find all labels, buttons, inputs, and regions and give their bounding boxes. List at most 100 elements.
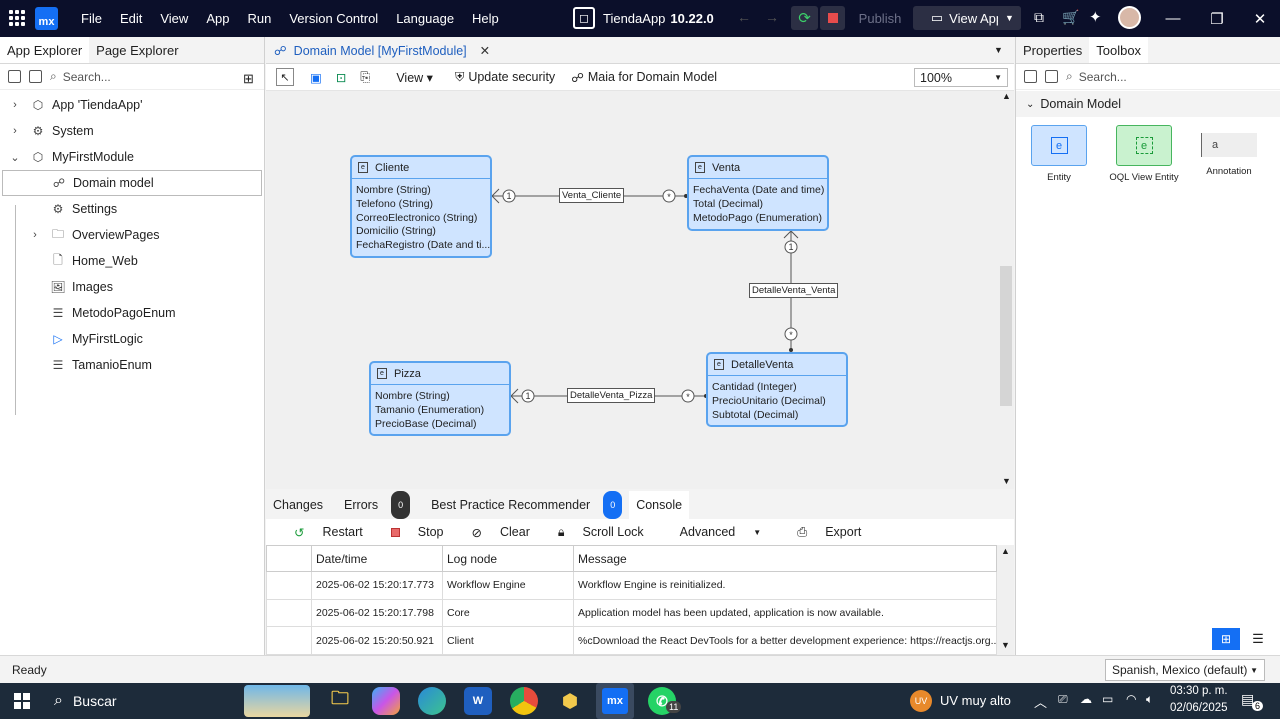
chevron-right-icon[interactable]: › (8, 99, 22, 111)
toolbox-item-entity[interactable]: e Entity (1019, 125, 1099, 183)
tab-domain-model[interactable]: ☍ Domain Model [MyFirstModule] ✕ (274, 37, 490, 64)
attribute[interactable]: MetodoPago (Enumeration) (693, 212, 827, 226)
minimize-button[interactable]: — (1151, 0, 1195, 37)
maia-domain-model-button[interactable]: ☍ Maia for Domain Model (571, 70, 717, 85)
attribute[interactable]: FechaRegistro (Date and ti... (356, 239, 490, 253)
add-document-icon[interactable]: ⊞ (243, 71, 254, 87)
zoom-select[interactable]: 100% ▼ (914, 68, 1008, 87)
collapse-all-icon[interactable] (8, 70, 21, 83)
scroll-down-arrow[interactable]: ▼ (1001, 640, 1010, 650)
clock-time[interactable]: 03:30 p. m. (1170, 685, 1228, 697)
app-grid-icon[interactable] (9, 10, 25, 26)
toolbox-item-oql-view-entity[interactable]: e OQL View Entity (1104, 125, 1184, 183)
explorer-search-input[interactable]: Search... (63, 70, 111, 84)
expand-all-icon[interactable] (1045, 70, 1058, 83)
list-view-toggle[interactable]: ☰ (1244, 628, 1272, 650)
clear-button[interactable]: ⊘ Clear (458, 525, 530, 540)
edge-icon[interactable] (418, 687, 446, 715)
marketplace-icon[interactable]: 🛒 (1062, 9, 1079, 26)
tab-best-practice[interactable]: Best Practice Recommender 0 (417, 491, 629, 519)
tab-console[interactable]: Console (629, 491, 690, 519)
maia-sparkle-icon[interactable]: ✦ (1089, 8, 1102, 26)
scroll-up-arrow[interactable]: ▲ (1002, 91, 1011, 101)
tab-app-explorer[interactable]: App Explorer (0, 37, 90, 63)
chevron-up-icon[interactable]: ︿ (1034, 692, 1047, 711)
battery-icon[interactable]: ▭ (1102, 692, 1113, 706)
clock-date[interactable]: 02/06/2025 (1170, 702, 1228, 714)
grid-view-toggle[interactable]: ⊞ (1212, 628, 1240, 650)
view-app-dropdown[interactable]: ▼ (998, 6, 1021, 30)
stop-run-button[interactable] (820, 6, 845, 30)
feedback-icon[interactable]: ⧉ (1034, 9, 1044, 26)
tab-changes[interactable]: Changes (266, 491, 330, 519)
chevron-right-icon[interactable]: › (28, 229, 42, 241)
entity-venta[interactable]: e Venta FechaVenta (Date and time) Total … (687, 155, 829, 231)
tree-item-app[interactable]: › ⬡ App 'TiendaApp' (0, 92, 264, 118)
tree-item-settings[interactable]: ⚙ Settings (0, 196, 264, 222)
menu-run[interactable]: Run (238, 0, 280, 37)
scroll-lock-button[interactable]: 🔒︎ Scroll Lock (544, 525, 644, 540)
entity-pizza[interactable]: e Pizza Nombre (String) Tamanio (Enumerat… (369, 361, 511, 436)
attribute[interactable]: Domicilio (String) (356, 225, 490, 239)
windows-start-icon[interactable] (14, 693, 30, 709)
tab-toolbox[interactable]: Toolbox (1089, 37, 1149, 63)
mendix-taskbar-icon[interactable]: mx (596, 683, 634, 719)
attribute[interactable]: Telefono (String) (356, 198, 490, 212)
copilot-icon[interactable] (372, 687, 400, 715)
column-date-time[interactable]: Date/time (311, 545, 443, 572)
tray-icon-meet[interactable]: ⎚ (1058, 692, 1068, 707)
close-tab-icon[interactable]: ✕ (480, 43, 490, 58)
tree-item-metodopagoenum[interactable]: ☰ MetodoPagoEnum (0, 300, 264, 326)
tab-properties[interactable]: Properties (1016, 37, 1089, 63)
menu-file[interactable]: File (72, 0, 111, 37)
menu-language[interactable]: Language (387, 0, 463, 37)
table-row[interactable]: 2025-06-02 15:20:17.773 Workflow Engine … (266, 571, 997, 600)
console-vertical-scrollbar[interactable]: ▲ ▼ (997, 545, 1014, 655)
chevron-down-icon[interactable]: ⌄ (8, 151, 22, 164)
volume-icon[interactable]: 🔈︎ (1146, 692, 1153, 707)
tray-icon-cloud-off[interactable]: ☁ (1080, 692, 1092, 706)
attribute[interactable]: Tamanio (Enumeration) (375, 404, 509, 418)
attribute[interactable]: Subtotal (Decimal) (712, 409, 846, 423)
association-detalleventa-pizza[interactable]: DetalleVenta_Pizza (567, 388, 656, 403)
chrome-icon[interactable] (510, 687, 538, 715)
attribute[interactable]: PrecioUnitario (Decimal) (712, 395, 846, 409)
menu-app[interactable]: App (197, 0, 238, 37)
tree-item-myfirstlogic[interactable]: ▷ MyFirstLogic (0, 326, 264, 352)
forward-arrow-icon[interactable]: → (765, 9, 779, 25)
add-annotation-icon[interactable]: ⎘ (360, 70, 370, 85)
user-avatar[interactable] (1118, 6, 1141, 29)
association-detalleventa-venta[interactable]: DetalleVenta_Venta (749, 283, 839, 298)
file-manager-icon[interactable]: ⬢ (556, 687, 584, 715)
attribute[interactable]: Total (Decimal) (693, 198, 827, 212)
menu-help[interactable]: Help (463, 0, 508, 37)
entity-detalleventa[interactable]: e DetalleVenta Cantidad (Integer) PrecioU… (706, 352, 848, 427)
tab-overflow-dropdown[interactable]: ▼ (994, 45, 1003, 55)
attribute[interactable]: Cantidad (Integer) (712, 381, 846, 395)
advanced-dropdown[interactable]: Advanced ▼ (666, 525, 762, 539)
file-explorer-icon[interactable]: 🗀 (326, 687, 354, 715)
back-arrow-icon[interactable]: ← (737, 9, 751, 25)
wifi-icon[interactable]: ◠ (1126, 692, 1136, 706)
expand-all-icon[interactable] (29, 70, 42, 83)
tab-errors[interactable]: Errors 0 (330, 491, 417, 519)
domain-model-canvas[interactable]: 1 * 1 * 1 * e Cliente Nombre (String) Tel… (266, 91, 998, 489)
scroll-up-arrow[interactable]: ▲ (1001, 546, 1010, 556)
restart-button[interactable]: ↺ Restart (280, 525, 363, 540)
canvas-vertical-scrollbar[interactable]: ▲ ▼ (998, 91, 1014, 489)
tree-item-overviewpages[interactable]: › 🗀 OverviewPages (0, 222, 264, 248)
tree-item-domain-model[interactable]: ☍ Domain model (2, 170, 262, 196)
tree-item-tamanioenum[interactable]: ☰ TamanioEnum (0, 352, 264, 378)
attribute[interactable]: Nombre (String) (356, 184, 490, 198)
scroll-thumb[interactable] (1000, 266, 1012, 406)
export-button[interactable]: ⎙ Export (783, 525, 861, 540)
view-dropdown[interactable]: View ▾ (396, 70, 433, 85)
menu-view[interactable]: View (151, 0, 197, 37)
maximize-button[interactable]: ❐ (1195, 0, 1239, 37)
restart-run-button[interactable]: ⟳ (791, 6, 818, 30)
toolbox-section-header[interactable]: ⌄ Domain Model (1016, 91, 1280, 117)
menu-version-control[interactable]: Version Control (280, 0, 387, 37)
explorer-search[interactable]: ⌕ Search... (50, 69, 111, 84)
stop-button[interactable]: Stop (377, 525, 444, 539)
menu-edit[interactable]: Edit (111, 0, 151, 37)
